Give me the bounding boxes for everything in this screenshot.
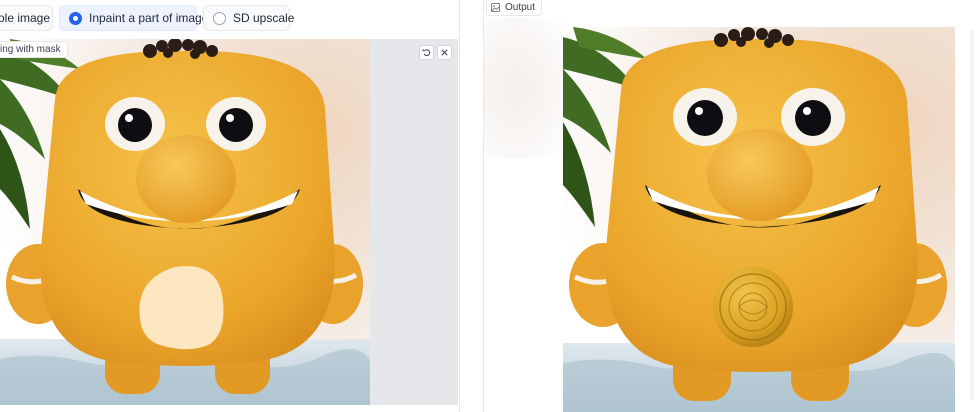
mode-option-label: ole image xyxy=(0,11,51,25)
mode-option-label: SD upscale xyxy=(233,11,295,25)
mode-option-whole-image[interactable]: ole image xyxy=(0,5,53,31)
gold-coin xyxy=(713,267,793,347)
radio-checked-icon xyxy=(69,11,82,25)
close-icon xyxy=(441,49,448,56)
input-image[interactable] xyxy=(0,39,370,405)
mode-option-sd-upscale[interactable]: SD upscale xyxy=(203,5,294,31)
mode-option-inpaint[interactable]: Inpaint a part of image xyxy=(59,5,208,31)
image-icon xyxy=(491,3,500,12)
scrollbar[interactable] xyxy=(970,30,974,400)
mask-canvas[interactable]: ing with mask xyxy=(0,39,458,405)
input-panel: ole image Inpaint a part of image SD ups… xyxy=(0,0,460,412)
canvas-label: ing with mask xyxy=(0,41,68,58)
mode-option-label: Inpaint a part of image xyxy=(89,11,209,25)
undo-icon xyxy=(422,48,431,57)
undo-button[interactable] xyxy=(419,45,434,60)
gallery-thumbnail-placeholder xyxy=(484,18,564,158)
radio-unchecked-icon xyxy=(213,11,226,25)
output-panel: Output xyxy=(483,0,977,412)
output-image[interactable] xyxy=(563,27,955,412)
clear-button[interactable] xyxy=(437,45,452,60)
output-label-text: Output xyxy=(505,2,536,13)
output-label: Output xyxy=(486,0,543,16)
